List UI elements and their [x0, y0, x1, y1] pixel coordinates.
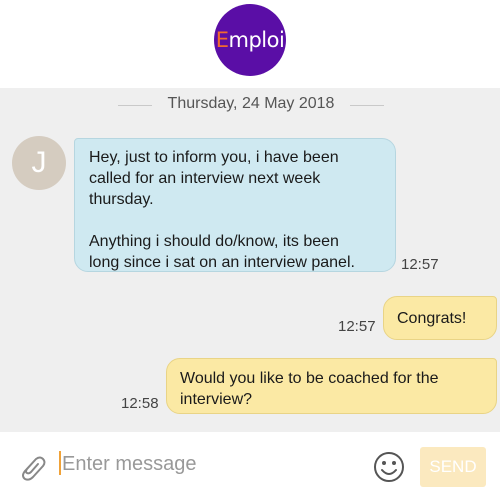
message-timestamp: 12:57 — [401, 256, 439, 273]
chat-area[interactable]: Thursday, 24 May 2018 J Hey, just to inf… — [0, 88, 500, 432]
date-divider-right — [350, 105, 384, 106]
app-header: Emploi — [0, 0, 500, 88]
date-separator: Thursday, 24 May 2018 — [0, 94, 500, 116]
logo-letter-e: E — [215, 28, 229, 52]
message-line: Anything i should do/know, its been — [89, 233, 339, 250]
logo-rest: mploi — [228, 28, 285, 52]
message-timestamp: 12:57 — [338, 318, 376, 335]
message-line: interview? — [180, 391, 253, 408]
message-line: called for an interview next week — [89, 170, 321, 187]
message-line: thursday. — [89, 191, 154, 208]
message-timestamp: 12:58 — [121, 395, 159, 412]
outgoing-message-bubble[interactable]: Congrats! — [383, 296, 497, 340]
send-button[interactable]: SEND — [420, 447, 486, 487]
logo-wordmark: Emploi — [216, 28, 285, 52]
message-line: long since i sat on an interview panel. — [89, 254, 355, 271]
smiley-icon[interactable] — [372, 450, 406, 484]
message-line: Hey, just to inform you, i have been — [89, 149, 339, 166]
incoming-message-bubble[interactable]: Hey, just to inform you, i have been cal… — [74, 138, 396, 272]
outgoing-message-bubble[interactable]: Would you like to be coached for the int… — [166, 358, 497, 414]
date-divider-left — [118, 105, 152, 106]
message-line: Congrats! — [397, 310, 467, 327]
message-input[interactable] — [62, 450, 352, 478]
date-label: Thursday, 24 May 2018 — [167, 95, 335, 112]
paperclip-icon[interactable] — [14, 450, 48, 484]
avatar[interactable]: J — [12, 136, 66, 190]
message-composer: SEND — [0, 432, 500, 500]
message-line: Would you like to be coached for the — [180, 370, 439, 387]
text-cursor — [59, 451, 61, 475]
emploi-logo: Emploi — [214, 4, 286, 76]
